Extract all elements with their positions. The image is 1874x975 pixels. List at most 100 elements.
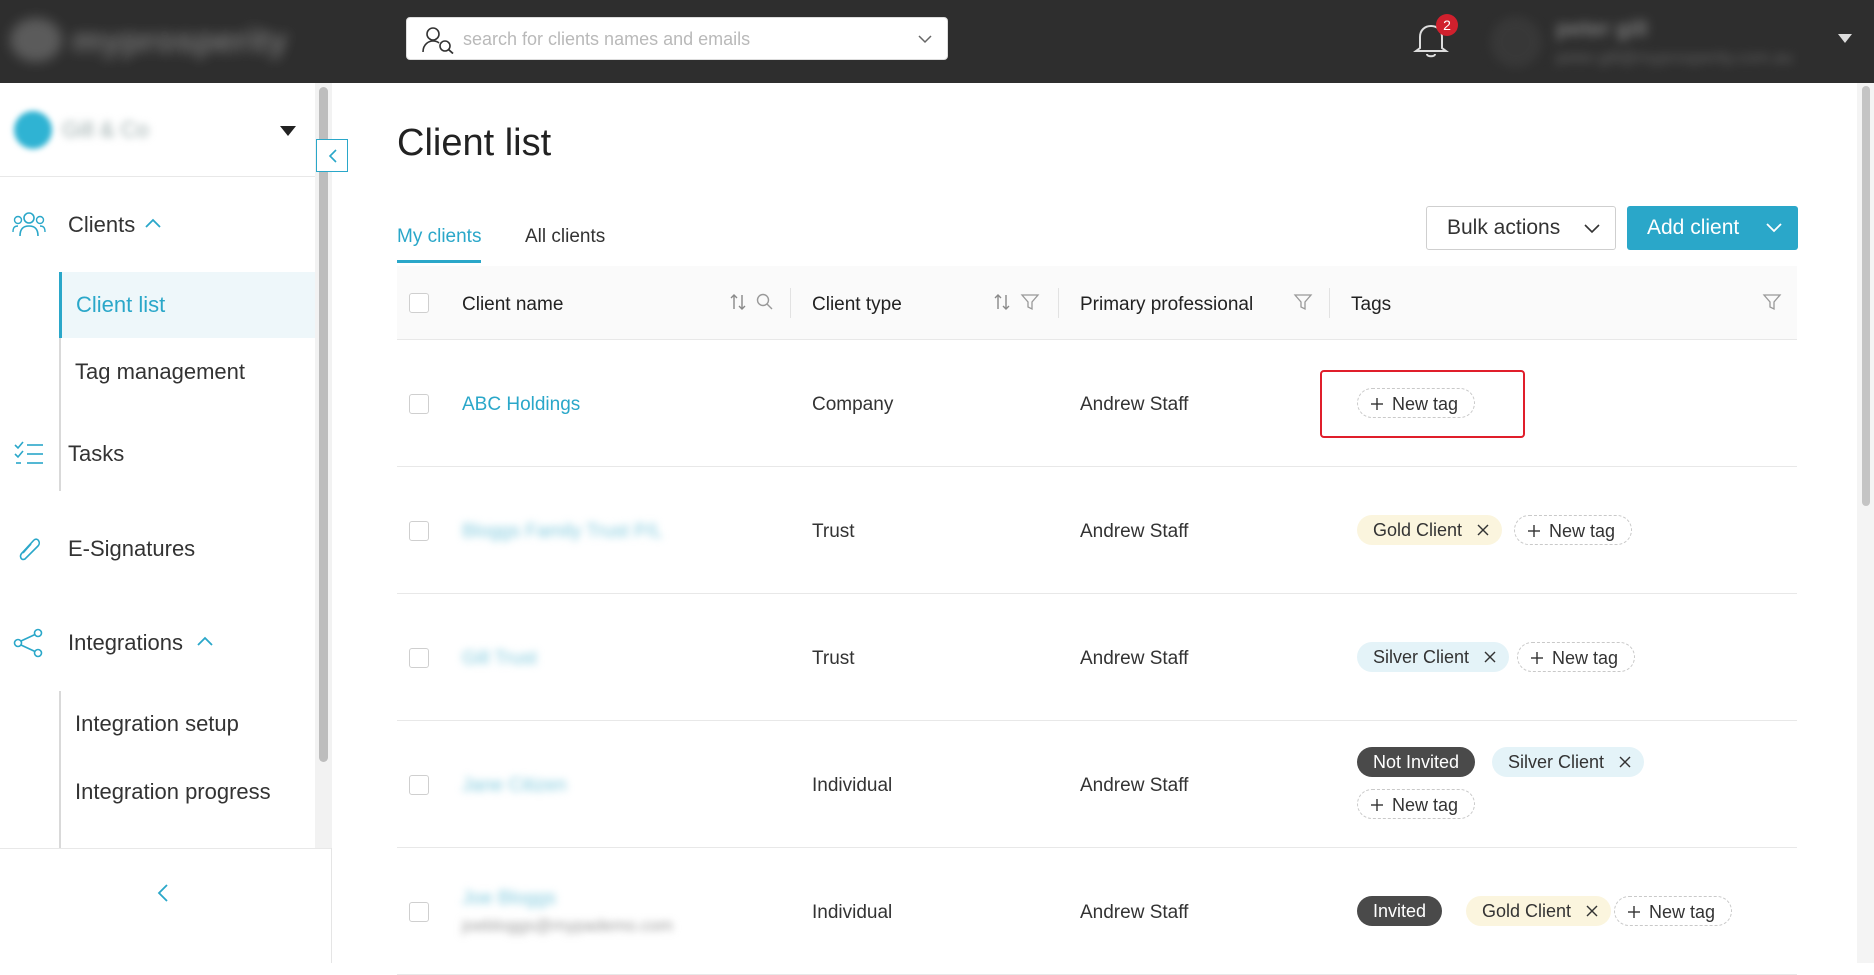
tab-all-clients[interactable]: All clients bbox=[525, 226, 605, 260]
row-checkbox[interactable] bbox=[409, 394, 429, 414]
new-tag-label: New tag bbox=[1549, 521, 1616, 541]
plus-icon bbox=[1531, 652, 1543, 664]
bulk-actions-label: Bulk actions bbox=[1447, 216, 1561, 239]
new-tag-button[interactable]: New tag bbox=[1357, 789, 1476, 819]
tab-my-clients[interactable]: My clients bbox=[397, 226, 482, 263]
page-scrollbar-thumb[interactable] bbox=[1862, 86, 1870, 506]
sidebar: Gill & Co Clients Client list Tag manage… bbox=[0, 83, 332, 963]
chevron-left-icon bbox=[328, 149, 337, 163]
caret-down-icon[interactable] bbox=[280, 126, 296, 136]
table-row: Gill Trust Trust Andrew Staff Silver Cli… bbox=[397, 594, 1797, 721]
sidebar-item-label: Integration progress bbox=[75, 779, 271, 804]
close-icon[interactable] bbox=[1476, 523, 1490, 537]
new-tag-label: New tag bbox=[1552, 648, 1619, 668]
sidebar-item-integration-setup[interactable]: Integration setup bbox=[61, 691, 315, 757]
close-icon[interactable] bbox=[1585, 904, 1599, 918]
org-name: Gill & Co bbox=[62, 117, 149, 142]
notification-badge: 2 bbox=[1436, 14, 1458, 36]
sidebar-item-label: Tag management bbox=[75, 359, 245, 384]
tag-chip: Silver Client bbox=[1357, 642, 1510, 672]
chevron-down-icon[interactable] bbox=[917, 31, 933, 47]
user-name: peter gill bbox=[1556, 16, 1648, 41]
sidebar-item-integrations[interactable]: Integrations bbox=[0, 616, 315, 670]
select-all-checkbox[interactable] bbox=[409, 293, 429, 313]
close-icon[interactable] bbox=[1483, 650, 1497, 664]
task-list-icon bbox=[14, 441, 43, 464]
client-name-link[interactable]: Jane Citizen bbox=[462, 775, 567, 797]
chevron-down-icon bbox=[1766, 223, 1782, 233]
add-client-button[interactable]: Add client bbox=[1627, 206, 1798, 250]
sidebar-footer bbox=[0, 848, 331, 963]
client-name-link[interactable]: ABC Holdings bbox=[462, 394, 580, 416]
column-divider bbox=[1058, 288, 1059, 318]
tag-label: Silver Client bbox=[1508, 752, 1605, 772]
client-name-link[interactable]: Bloggs Family Trust P/L bbox=[462, 521, 663, 543]
plus-icon bbox=[1528, 525, 1540, 537]
add-client-label: Add client bbox=[1647, 216, 1740, 239]
org-avatar bbox=[14, 111, 52, 149]
row-checkbox[interactable] bbox=[409, 648, 429, 668]
page-title: Client list bbox=[397, 122, 552, 164]
row-checkbox[interactable] bbox=[409, 521, 429, 541]
new-tag-button[interactable]: New tag bbox=[1614, 896, 1733, 926]
column-header-label: Tags bbox=[1351, 294, 1392, 315]
collapse-sidebar-button[interactable] bbox=[316, 139, 348, 172]
filter-icon[interactable] bbox=[1293, 292, 1313, 312]
close-icon[interactable] bbox=[1618, 755, 1632, 769]
chevron-left-icon[interactable] bbox=[152, 881, 174, 905]
primary-professional: Andrew Staff bbox=[1080, 902, 1189, 923]
sidebar-item-label: Tasks bbox=[68, 441, 125, 466]
chevron-up-icon[interactable] bbox=[144, 216, 162, 230]
sort-icon[interactable] bbox=[992, 292, 1012, 312]
new-tag-button[interactable]: New tag bbox=[1517, 642, 1636, 672]
client-type: Company bbox=[812, 394, 894, 415]
client-type: Individual bbox=[812, 902, 893, 923]
filter-icon[interactable] bbox=[1020, 292, 1040, 312]
search-icon[interactable] bbox=[755, 292, 775, 312]
caret-down-icon[interactable] bbox=[1838, 34, 1852, 43]
sidebar-item-tag-management[interactable]: Tag management bbox=[61, 339, 315, 405]
chevron-down-icon bbox=[1584, 224, 1600, 234]
search-input[interactable] bbox=[463, 26, 903, 52]
tag-label: Gold Client bbox=[1373, 520, 1463, 540]
client-type: Trust bbox=[812, 521, 855, 542]
client-name-link[interactable]: Joe Bloggs bbox=[462, 888, 556, 910]
sidebar-item-integration-progress[interactable]: Integration progress bbox=[61, 759, 315, 825]
client-name-link[interactable]: Gill Trust bbox=[462, 648, 537, 670]
organisation-switcher[interactable]: Gill & Co bbox=[0, 83, 315, 177]
tag-chip: Silver Client bbox=[1492, 747, 1645, 777]
status-badge: Invited bbox=[1357, 896, 1443, 926]
chevron-up-icon[interactable] bbox=[196, 634, 214, 648]
primary-professional: Andrew Staff bbox=[1080, 775, 1189, 796]
new-tag-button[interactable]: New tag bbox=[1514, 515, 1633, 545]
tag-chip: Gold Client bbox=[1357, 515, 1503, 545]
sort-icon[interactable] bbox=[728, 292, 748, 312]
table-row: ABC Holdings Company Andrew Staff New ta… bbox=[397, 340, 1797, 467]
filter-icon[interactable] bbox=[1762, 292, 1782, 312]
top-bar: myprosperity 2 peter gill peter.gill@myp… bbox=[0, 0, 1874, 83]
share-nodes-icon bbox=[13, 628, 43, 658]
user-menu[interactable]: peter gill peter.gill@myprosperity.com.a… bbox=[1490, 8, 1830, 74]
primary-professional: Andrew Staff bbox=[1080, 394, 1189, 415]
plus-icon bbox=[1371, 799, 1383, 811]
bulk-actions-button[interactable]: Bulk actions bbox=[1426, 206, 1616, 250]
sidebar-item-label: Clients bbox=[68, 212, 136, 237]
column-primary-professional: Primary professional bbox=[1080, 266, 1320, 340]
column-divider bbox=[790, 288, 791, 318]
tag-chip: Gold Client bbox=[1466, 896, 1612, 926]
row-checkbox[interactable] bbox=[409, 902, 429, 922]
column-tags: Tags bbox=[1351, 266, 1651, 340]
sidebar-item-esignatures[interactable]: E-Signatures bbox=[0, 522, 315, 576]
row-checkbox[interactable] bbox=[409, 775, 429, 795]
primary-professional: Andrew Staff bbox=[1080, 521, 1189, 542]
table-row: Jane Citizen Individual Andrew Staff Not… bbox=[397, 721, 1797, 848]
sidebar-item-tasks[interactable]: Tasks bbox=[0, 427, 315, 481]
client-search-box[interactable] bbox=[406, 17, 948, 60]
sidebar-item-client-list[interactable]: Client list bbox=[59, 272, 315, 338]
column-client-type: Client type bbox=[812, 266, 1052, 340]
sidebar-item-clients[interactable]: Clients bbox=[0, 198, 315, 252]
sidebar-scrollbar-thumb[interactable] bbox=[319, 87, 328, 762]
sidebar-item-label: Client list bbox=[76, 292, 166, 317]
app-logo[interactable]: myprosperity bbox=[10, 14, 320, 66]
paperclip-icon bbox=[19, 538, 41, 561]
